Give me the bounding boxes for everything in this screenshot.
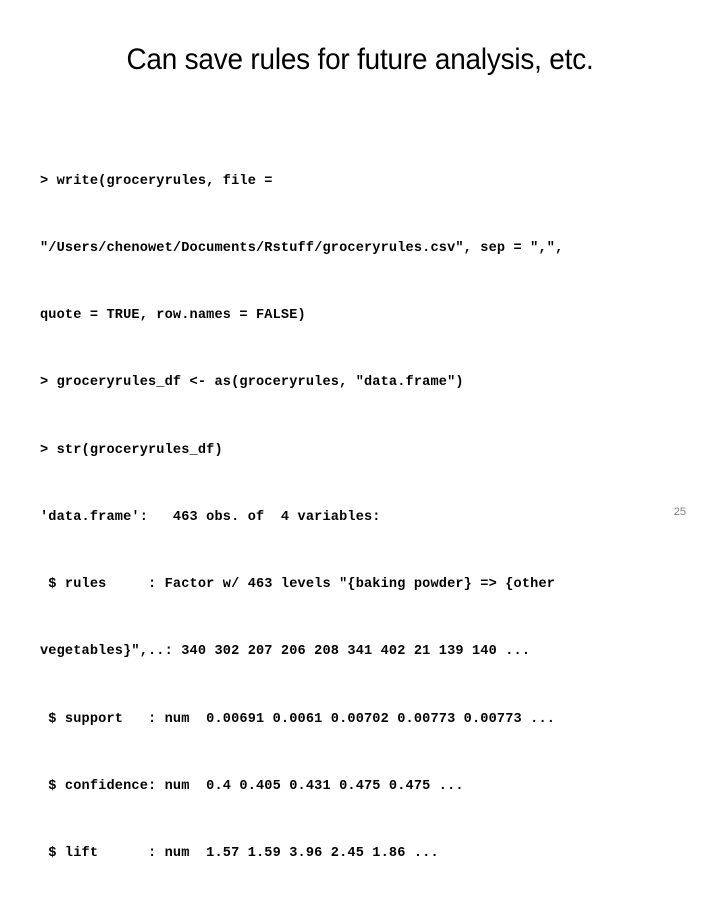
console-line: vegetables}",..: 340 302 207 206 208 341… bbox=[40, 644, 531, 660]
console-line: > str(groceryrules_df) bbox=[40, 442, 223, 458]
console-line: > groceryrules_df <- as(groceryrules, "d… bbox=[40, 375, 464, 391]
console-line: > write(groceryrules, file = bbox=[40, 173, 273, 189]
console-line: quote = TRUE, row.names = FALSE) bbox=[40, 308, 306, 324]
console-line: "/Users/chenowet/Documents/Rstuff/grocer… bbox=[40, 241, 564, 257]
console-line: $ rules : Factor w/ 463 levels "{baking … bbox=[40, 577, 556, 593]
console-line: 'data.frame': 463 obs. of 4 variables: bbox=[40, 509, 381, 525]
slide-canvas: Can save rules for future analysis, etc.… bbox=[0, 0, 720, 861]
console-line: $ lift : num 1.57 1.59 3.96 2.45 1.86 ..… bbox=[40, 846, 439, 861]
page-number: 25 bbox=[673, 506, 686, 518]
page-title: Can save rules for future analysis, etc. bbox=[126, 43, 594, 76]
r-console-output: > write(groceryrules, file = "/Users/che… bbox=[40, 126, 688, 910]
console-line: $ confidence: num 0.4 0.405 0.431 0.475 … bbox=[40, 778, 464, 794]
console-line: $ support : num 0.00691 0.0061 0.00702 0… bbox=[40, 711, 556, 727]
